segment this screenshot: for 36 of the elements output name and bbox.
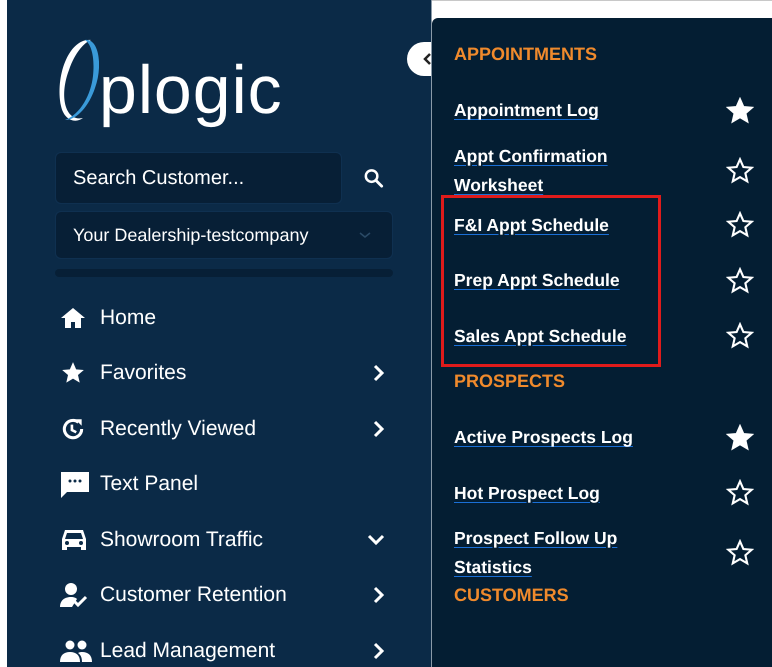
nav-item[interactable]: Text Panel [60,456,385,512]
nav-item[interactable]: Showroom Traffic [60,512,385,568]
favorite-star-icon[interactable] [726,424,754,452]
car-icon [60,528,88,552]
nav-item[interactable]: Customer Retention [60,568,385,623]
chat-icon [60,469,90,500]
chevron-down-icon [358,230,372,240]
collapse-button[interactable] [407,42,431,76]
section-heading: PROSPECTS [454,371,566,393]
menu-link[interactable]: Sales Appt Schedule [454,322,626,351]
nav-item[interactable]: Home [60,290,385,346]
favorite-star-icon[interactable] [726,266,754,295]
user-check-icon [60,582,88,608]
menu-link[interactable]: Appointment Log [454,96,599,126]
favorite-star-icon[interactable] [726,96,754,125]
favorite-star-icon[interactable] [726,539,754,567]
nav-item[interactable]: Favorites [60,346,385,401]
favorite-star-icon[interactable] [726,322,754,350]
people-icon [60,640,92,662]
nav-item[interactable]: Recently Viewed [60,401,385,456]
nav-item[interactable]: Lead Management [60,623,385,667]
chevron-left-icon [421,52,431,66]
menu-link[interactable]: Hot Prospect Log [454,478,600,508]
menu-link[interactable]: Prospect Follow Up Statistics [454,524,654,582]
section-heading: CUSTOMERS [454,585,570,607]
menu-link[interactable]: Appt Confirmation Worksheet [454,142,654,200]
favorite-star-icon[interactable] [726,211,754,240]
section-heading: APPOINTMENTS [454,44,598,66]
search-field[interactable]: Search Customer... [55,152,342,204]
favorite-star-icon[interactable] [726,479,754,508]
favorite-star-icon[interactable] [726,156,754,184]
menu-link[interactable]: Prep Appt Schedule [454,266,620,296]
menu-link[interactable]: Active Prospects Log [454,423,633,452]
menu-link[interactable]: F&I Appt Schedule [454,210,609,240]
dealership-dropdown[interactable]: Your Dealership-testcompany [55,211,393,259]
home-icon [60,306,86,330]
